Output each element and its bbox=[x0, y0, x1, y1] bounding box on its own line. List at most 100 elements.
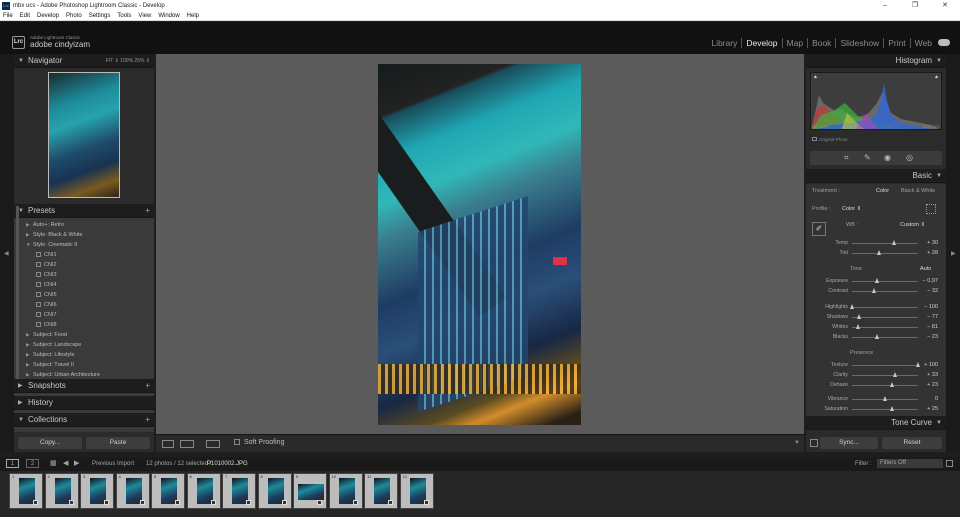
slider-blacks[interactable]: Blacks − 23 bbox=[806, 332, 946, 342]
navigator-preview[interactable] bbox=[48, 72, 120, 198]
history-header[interactable]: ▶ History bbox=[14, 396, 154, 410]
slider-thumb[interactable] bbox=[877, 250, 882, 255]
preset-folder[interactable]: ▶ Subject: Lifestyle bbox=[26, 350, 75, 360]
module-web[interactable]: Web bbox=[909, 38, 936, 48]
menu-window[interactable]: Window bbox=[158, 13, 179, 19]
snapshots-header[interactable]: ▶ Snapshots + bbox=[14, 379, 154, 393]
current-file[interactable]: P1010002.JPG bbox=[207, 461, 248, 467]
red-eye-icon[interactable]: ◉ bbox=[884, 153, 891, 162]
slider-thumb[interactable] bbox=[915, 362, 920, 367]
slider-value[interactable]: − 32 bbox=[927, 286, 938, 296]
menu-edit[interactable]: Edit bbox=[20, 13, 30, 19]
slider-whites[interactable]: Whites − 81 bbox=[806, 322, 946, 332]
source-name[interactable]: Previous Import bbox=[92, 461, 134, 467]
preset-folder[interactable]: ▶ Auto+: Retro bbox=[26, 220, 64, 230]
slider-shadows[interactable]: Shadows − 77 bbox=[806, 312, 946, 322]
slider-thumb[interactable] bbox=[892, 240, 897, 245]
slider-value[interactable]: + 23 bbox=[927, 380, 938, 390]
slider-track[interactable] bbox=[852, 253, 918, 254]
masking-icon[interactable]: ◎ bbox=[906, 153, 913, 162]
filter-lock-icon[interactable] bbox=[946, 460, 953, 467]
filmstrip-thumbnail[interactable]: 2 bbox=[44, 473, 79, 509]
histogram[interactable]: ▲ ▲ bbox=[810, 72, 942, 130]
slider-highlights[interactable]: Highlights − 100 bbox=[806, 302, 946, 312]
slider-track[interactable] bbox=[852, 337, 918, 338]
slider-thumb[interactable] bbox=[874, 278, 879, 283]
preset-item[interactable]: CNI2 bbox=[36, 260, 57, 270]
slider-thumb[interactable] bbox=[871, 288, 876, 293]
filmstrip-thumbnail[interactable]: 3 bbox=[80, 473, 114, 509]
copy-button[interactable]: Copy... bbox=[18, 437, 82, 449]
filter-select[interactable]: Filters Off bbox=[877, 459, 943, 468]
slider-track[interactable] bbox=[852, 385, 918, 386]
menu-view[interactable]: View bbox=[138, 13, 151, 19]
profile-browser-icon[interactable] bbox=[926, 204, 936, 214]
forward-arrow-icon[interactable]: ▶ bbox=[74, 459, 79, 467]
module-develop[interactable]: Develop bbox=[741, 38, 781, 48]
preset-folder[interactable]: ▶ Subject: Food bbox=[26, 330, 67, 340]
tone-curve-header[interactable]: Tone Curve ▼ bbox=[806, 416, 946, 430]
paste-button[interactable]: Paste bbox=[86, 437, 150, 449]
module-library[interactable]: Library bbox=[707, 38, 741, 48]
slider-thumb[interactable] bbox=[893, 372, 898, 377]
module-slideshow[interactable]: Slideshow bbox=[835, 38, 883, 48]
navigator-zoom[interactable]: FIT ⇕ 100% 25% ⇕ bbox=[106, 54, 150, 68]
slider-value[interactable]: − 100 bbox=[924, 302, 938, 312]
preset-item[interactable]: CNI3 bbox=[36, 270, 57, 280]
soft-proofing-checkbox[interactable] bbox=[234, 439, 240, 446]
slider-vibrance[interactable]: Vibrance 0 bbox=[806, 394, 946, 404]
preset-item[interactable]: CNI8 bbox=[36, 320, 57, 330]
slider-value[interactable]: + 33 bbox=[927, 370, 938, 380]
menu-develop[interactable]: Develop bbox=[37, 13, 59, 19]
filmstrip-thumbnail[interactable]: 9 bbox=[293, 473, 327, 509]
maximize-button[interactable]: ❐ bbox=[900, 0, 930, 11]
slider-texture[interactable]: Texture + 100 bbox=[806, 360, 946, 370]
slider-track[interactable] bbox=[852, 281, 918, 282]
menu-tools[interactable]: Tools bbox=[117, 13, 131, 19]
add-collection-icon[interactable]: + bbox=[145, 413, 150, 427]
slider-track[interactable] bbox=[852, 291, 918, 292]
navigator-header[interactable]: ▼ Navigator FIT ⇕ 100% 25% ⇕ bbox=[14, 54, 154, 68]
basic-header[interactable]: Basic ▼ bbox=[806, 169, 946, 183]
preset-folder[interactable]: ▶ Subject: Travel II bbox=[26, 360, 74, 370]
slider-value[interactable]: − 77 bbox=[927, 312, 938, 322]
slider-thumb[interactable] bbox=[874, 334, 879, 339]
crop-icon[interactable]: ⌗ bbox=[844, 153, 849, 163]
profile-select[interactable]: Color ⇕ bbox=[842, 206, 861, 212]
module-map[interactable]: Map bbox=[781, 38, 808, 48]
wb-eyedropper-icon[interactable]: ✐ bbox=[812, 222, 826, 236]
left-scrollbar[interactable] bbox=[16, 206, 19, 386]
slider-track[interactable] bbox=[852, 307, 918, 308]
preset-folder[interactable]: ▼ Style: Cinematic II bbox=[26, 240, 77, 250]
left-panel-edge[interactable]: ◀ bbox=[0, 54, 14, 452]
main-photo[interactable] bbox=[378, 64, 581, 425]
filmstrip-thumbnail[interactable]: 10 bbox=[328, 473, 363, 509]
slider-saturation[interactable]: Saturation + 25 bbox=[806, 404, 946, 414]
preset-folder[interactable]: ▶ Style: Black & White bbox=[26, 230, 83, 240]
slider-thumb[interactable] bbox=[890, 406, 895, 411]
preset-folder[interactable]: ▶ Subject: Landscape bbox=[26, 340, 81, 350]
minimize-button[interactable]: – bbox=[870, 0, 900, 11]
reset-button[interactable]: Reset bbox=[882, 437, 942, 449]
shadow-clipping-icon[interactable]: ▲ bbox=[813, 74, 818, 80]
slider-temp[interactable]: Temp + 30 bbox=[806, 238, 946, 248]
back-arrow-icon[interactable]: ◀ bbox=[63, 459, 68, 467]
slider-clarity[interactable]: Clarity + 33 bbox=[806, 370, 946, 380]
menu-file[interactable]: File bbox=[3, 13, 13, 19]
slider-track[interactable] bbox=[852, 409, 918, 410]
filmstrip-thumbnail[interactable]: 4 bbox=[115, 473, 150, 509]
slider-track[interactable] bbox=[852, 243, 918, 244]
collections-header[interactable]: ▼ Collections + bbox=[14, 413, 154, 427]
presets-header[interactable]: ▼ Presets + bbox=[14, 204, 154, 218]
right-panel-edge[interactable]: ▶ bbox=[946, 54, 960, 452]
slider-thumb[interactable] bbox=[856, 324, 861, 329]
menu-settings[interactable]: Settings bbox=[89, 13, 111, 19]
sync-toggle-icon[interactable] bbox=[810, 439, 818, 447]
slider-thumb[interactable] bbox=[857, 314, 862, 319]
add-preset-icon[interactable]: + bbox=[145, 204, 150, 218]
module-book[interactable]: Book bbox=[807, 38, 835, 48]
tone-auto-button[interactable]: Auto bbox=[920, 266, 931, 272]
slider-value[interactable]: + 28 bbox=[927, 248, 938, 258]
treatment-bw[interactable]: Black & White bbox=[901, 188, 935, 194]
slider-track[interactable] bbox=[852, 317, 918, 318]
